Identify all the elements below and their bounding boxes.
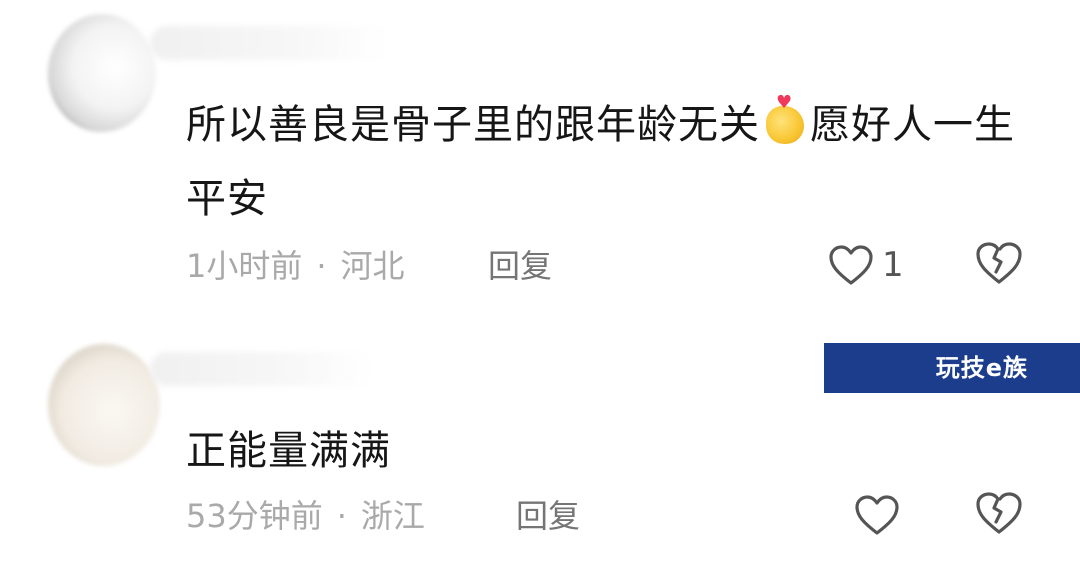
meta-separator: · [316,247,327,285]
meta-separator: · [336,497,347,535]
like-button[interactable] [854,490,900,540]
comment-location: 浙江 [360,497,425,535]
reply-button[interactable]: 回复 [488,246,552,286]
heart-outline-icon [855,495,899,535]
comment-meta: 1小时前 · 河北 [186,246,405,286]
username-blurred[interactable] [150,352,375,386]
comment-item: 正能量满满 53分钟前 · 浙江 回复 [0,330,1080,584]
comment-text: 所以善良是骨子里的跟年龄无关 ♥ 愿好人一生平安 [186,88,1026,236]
comment-text: 正能量满满 [186,428,391,474]
avatar[interactable] [48,14,156,132]
like-count: 1 [882,245,904,285]
comment-text-part: 所以善良是骨子里的跟年龄无关 [186,102,760,148]
comment-meta: 53分钟前 · 浙江 [186,496,425,536]
reply-button[interactable]: 回复 [516,496,580,536]
heart-outline-icon [829,245,873,285]
broken-heart-icon [976,492,1022,534]
comment-item: 所以善良是骨子里的跟年龄无关 ♥ 愿好人一生平安 1小时前 · 河北 回复 1 [0,0,1080,300]
like-button[interactable]: 1 [828,240,904,290]
comment-time: 53分钟前 [186,497,323,535]
comment-location: 河北 [340,247,405,285]
dislike-button[interactable] [974,490,1024,540]
comment-list: 所以善良是骨子里的跟年龄无关 ♥ 愿好人一生平安 1小时前 · 河北 回复 1 玩技e族… [0,0,1080,584]
broken-heart-icon [976,242,1022,284]
avatar[interactable] [48,344,160,466]
comment-time: 1小时前 [186,247,303,285]
heart-hands-emoji-icon: ♥ [762,94,806,146]
username-blurred[interactable] [150,26,390,60]
dislike-button[interactable] [974,240,1024,290]
